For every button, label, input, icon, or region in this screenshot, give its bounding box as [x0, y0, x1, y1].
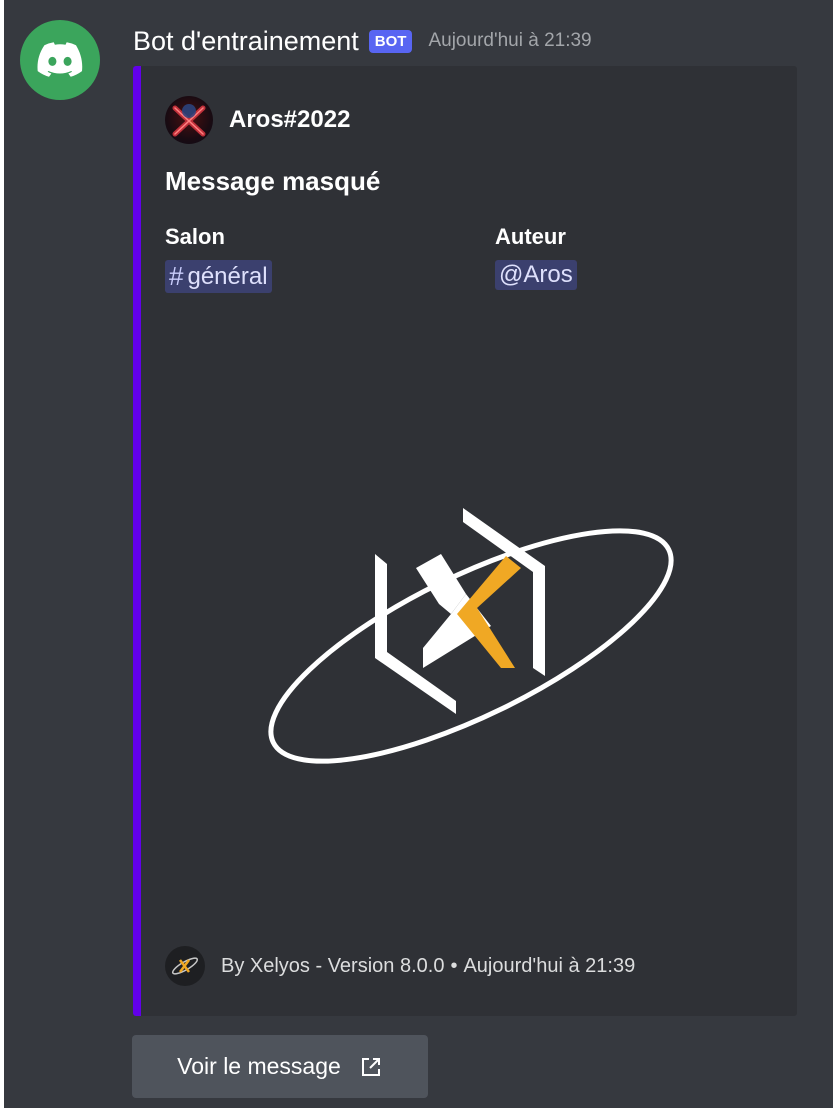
embed-image[interactable] [251, 496, 691, 796]
embed-footer-text: By Xelyos - Version 8.0.0 • Aujourd'hui à … [221, 955, 635, 978]
message-timestamp[interactable]: Aujourd'hui à 21:39 [428, 30, 591, 52]
embed: Aros#2022 Message masqué Salon # général… [133, 66, 797, 1016]
channel-mention-label: général [187, 262, 268, 290]
embed-field-salon: Salon # général [165, 224, 272, 293]
field-name: Auteur [495, 224, 566, 249]
xelyos-logo-icon [268, 508, 674, 764]
xelyos-footer-icon [165, 946, 205, 986]
channel-hash-icon: # [169, 261, 184, 291]
footer-separator: • [450, 954, 458, 977]
footer-timestamp: Aujourd'hui à 21:39 [463, 954, 636, 977]
bot-username[interactable]: Bot d'entrainement [133, 26, 359, 57]
bot-tag: BOT [368, 29, 413, 53]
footer-version: By Xelyos - Version 8.0.0 [221, 954, 445, 977]
message-header: Bot d'entrainement BOT Aujourd'hui à 21:… [133, 24, 592, 58]
channel-mention[interactable]: # général [165, 260, 272, 293]
embed-field-auteur: Auteur @Aros [495, 224, 577, 290]
external-link-icon [359, 1055, 383, 1079]
embed-title: Message masqué [165, 166, 381, 196]
view-message-button[interactable]: Voir le message [132, 1035, 428, 1098]
embed-author-name[interactable]: Aros#2022 [229, 106, 350, 134]
embed-footer: By Xelyos - Version 8.0.0 • Aujourd'hui à … [165, 946, 635, 986]
discord-logo-icon [37, 42, 83, 77]
view-message-label: Voir le message [177, 1053, 341, 1079]
embed-author: Aros#2022 [165, 96, 350, 144]
user-mention[interactable]: @Aros [495, 260, 577, 290]
field-name: Salon [165, 224, 225, 249]
author-avatar-icon [165, 96, 213, 144]
bot-avatar[interactable] [20, 20, 100, 100]
